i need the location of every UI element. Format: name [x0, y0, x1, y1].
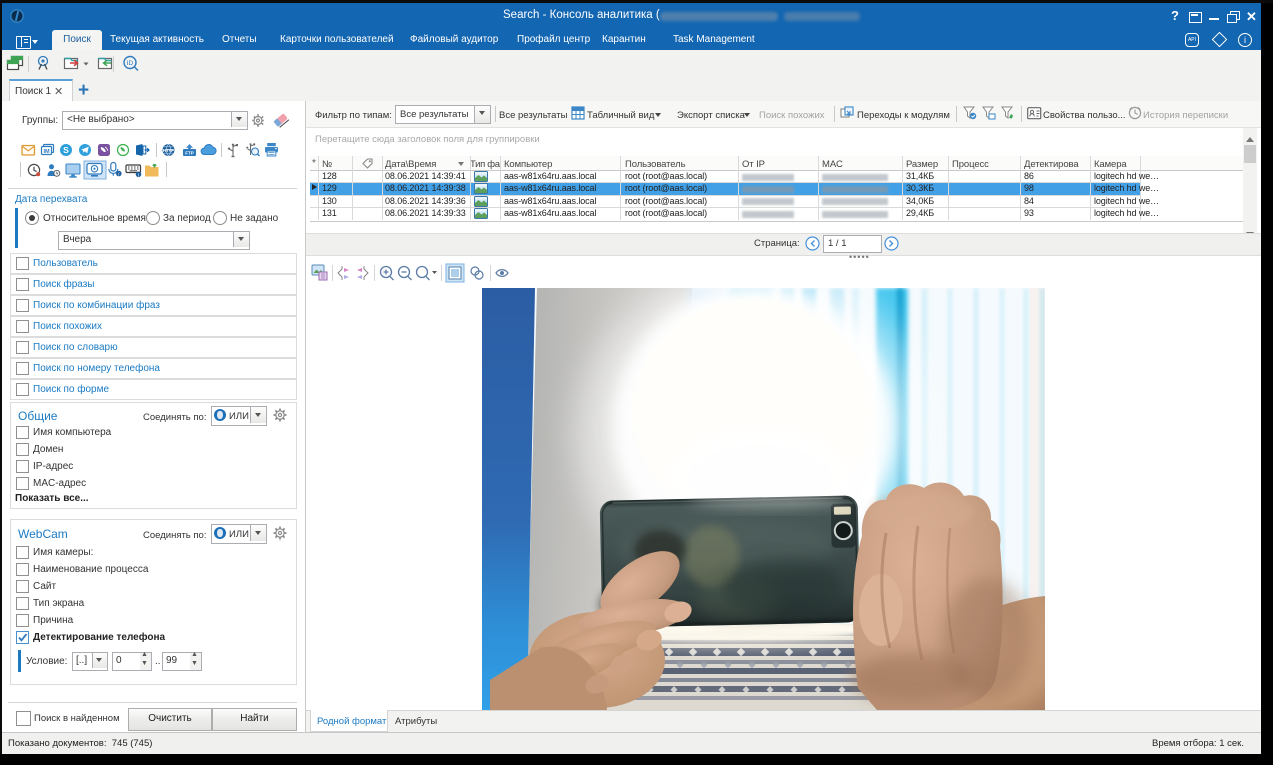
svg-text:FTP: FTP: [185, 151, 194, 156]
svg-text:HTTP: HTTP: [163, 148, 174, 153]
svg-text:ID: ID: [127, 60, 134, 67]
svg-text:IM: IM: [43, 149, 50, 155]
svg-text:S: S: [63, 145, 69, 155]
